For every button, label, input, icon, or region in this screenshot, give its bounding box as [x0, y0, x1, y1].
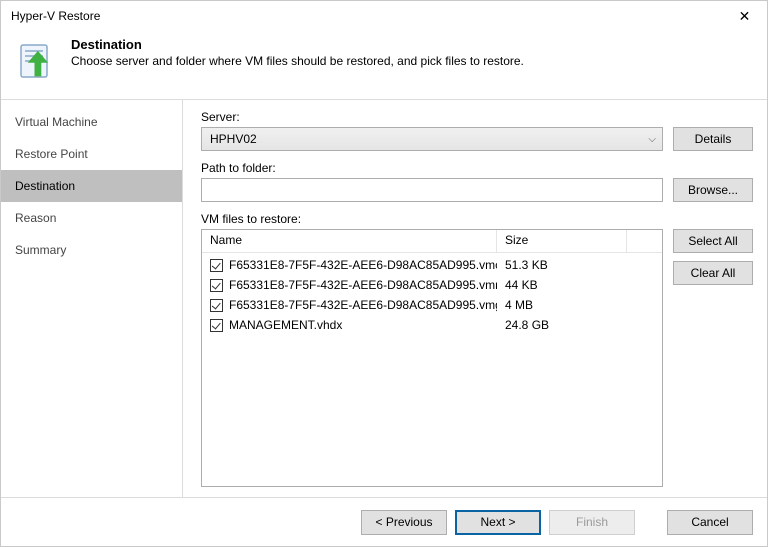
files-label: VM files to restore: — [201, 212, 753, 226]
select-all-button[interactable]: Select All — [673, 229, 753, 253]
column-header-name[interactable]: Name — [202, 230, 497, 252]
restore-icon — [15, 41, 59, 85]
column-header-size[interactable]: Size — [497, 230, 627, 252]
path-label: Path to folder: — [201, 161, 753, 175]
sidebar-item-virtual-machine[interactable]: Virtual Machine — [1, 106, 182, 138]
server-label: Server: — [201, 110, 753, 124]
titlebar: Hyper-V Restore ✕ — [1, 1, 767, 31]
server-dropdown[interactable]: HPHV02 ⌵ — [201, 127, 663, 151]
checkbox-icon[interactable] — [210, 319, 223, 332]
dialog-window: Hyper-V Restore ✕ Destination Choose ser… — [0, 0, 768, 547]
table-header: Name Size — [202, 230, 662, 253]
path-input[interactable] — [201, 178, 663, 202]
table-row[interactable]: F65331E8-7F5F-432E-AEE6-D98AC85AD995.vmg… — [202, 295, 662, 315]
table-row[interactable]: MANAGEMENT.vhdx 24.8 GB — [202, 315, 662, 335]
page-subtitle: Choose server and folder where VM files … — [71, 54, 524, 68]
file-size: 24.8 GB — [497, 318, 627, 332]
wizard-header: Destination Choose server and folder whe… — [1, 31, 767, 99]
sidebar-item-summary[interactable]: Summary — [1, 234, 182, 266]
sidebar-item-reason[interactable]: Reason — [1, 202, 182, 234]
table-row[interactable]: F65331E8-7F5F-432E-AEE6-D98AC85AD995.vmr… — [202, 275, 662, 295]
close-button[interactable]: ✕ — [722, 1, 767, 31]
chevron-down-icon: ⌵ — [648, 134, 656, 145]
close-icon: ✕ — [739, 8, 751, 25]
vm-files-table: Name Size F65331E8-7F5F-432E-AEE6-D98AC8… — [201, 229, 663, 487]
clear-all-button[interactable]: Clear All — [673, 261, 753, 285]
checkbox-icon[interactable] — [210, 279, 223, 292]
previous-button[interactable]: < Previous — [361, 510, 447, 535]
window-title: Hyper-V Restore — [11, 9, 100, 23]
wizard-footer: < Previous Next > Finish Cancel — [1, 497, 767, 546]
file-name: F65331E8-7F5F-432E-AEE6-D98AC85AD995.vmc… — [229, 258, 497, 272]
wizard-body: Virtual Machine Restore Point Destinatio… — [1, 99, 767, 497]
file-name: MANAGEMENT.vhdx — [229, 318, 342, 332]
sidebar-item-restore-point[interactable]: Restore Point — [1, 138, 182, 170]
wizard-steps-sidebar: Virtual Machine Restore Point Destinatio… — [1, 100, 183, 497]
file-size: 51.3 KB — [497, 258, 627, 272]
table-body: F65331E8-7F5F-432E-AEE6-D98AC85AD995.vmc… — [202, 253, 662, 486]
checkbox-icon[interactable] — [210, 259, 223, 272]
finish-button: Finish — [549, 510, 635, 535]
table-side-buttons: Select All Clear All — [673, 229, 753, 487]
details-button[interactable]: Details — [673, 127, 753, 151]
file-size: 4 MB — [497, 298, 627, 312]
sidebar-item-destination[interactable]: Destination — [1, 170, 182, 202]
browse-button[interactable]: Browse... — [673, 178, 753, 202]
table-row[interactable]: F65331E8-7F5F-432E-AEE6-D98AC85AD995.vmc… — [202, 255, 662, 275]
checkbox-icon[interactable] — [210, 299, 223, 312]
file-size: 44 KB — [497, 278, 627, 292]
next-button[interactable]: Next > — [455, 510, 541, 535]
wizard-main-panel: Server: HPHV02 ⌵ Details Path to folder:… — [183, 100, 767, 497]
page-title: Destination — [71, 37, 524, 52]
file-name: F65331E8-7F5F-432E-AEE6-D98AC85AD995.vmg… — [229, 298, 497, 312]
server-dropdown-value: HPHV02 — [210, 132, 257, 146]
file-name: F65331E8-7F5F-432E-AEE6-D98AC85AD995.vmr… — [229, 278, 497, 292]
wizard-header-text: Destination Choose server and folder whe… — [71, 37, 524, 68]
cancel-button[interactable]: Cancel — [667, 510, 753, 535]
